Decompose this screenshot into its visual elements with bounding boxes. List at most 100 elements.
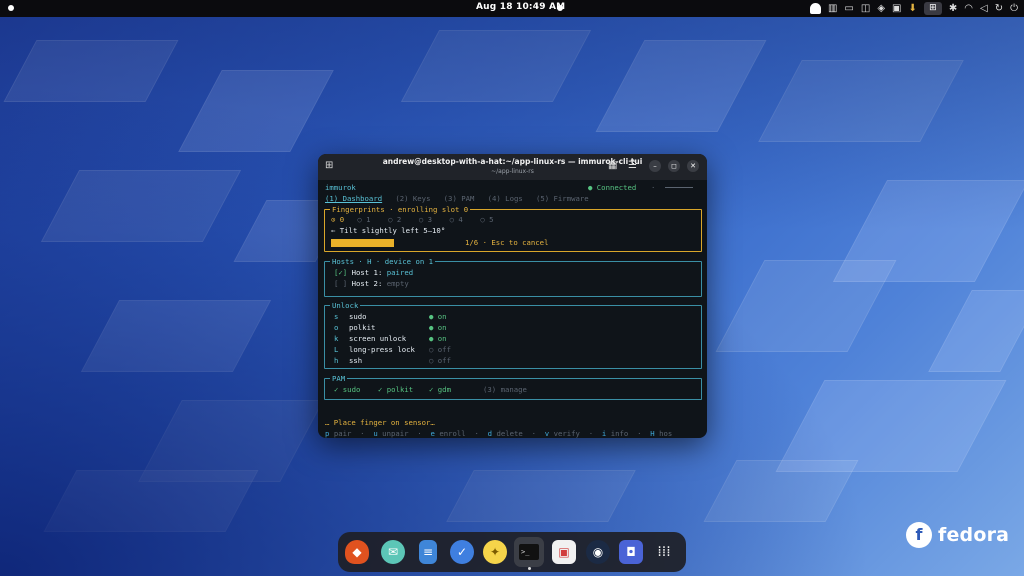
shortcut-key[interactable]: p [325, 429, 329, 438]
unlock-key: s [334, 312, 339, 321]
ghost-icon[interactable] [809, 3, 821, 14]
clock[interactable]: Aug 18 10:49 AM [476, 2, 565, 12]
tab-dashboard[interactable]: (1) Dashboard [325, 194, 382, 203]
pam-label: PAM [330, 374, 348, 383]
unlock-state[interactable]: ○ off [429, 345, 451, 354]
volume-icon[interactable]: ◁ [980, 1, 988, 16]
pam-item-polkit: ✓ polkit [378, 385, 414, 394]
host-state: empty [386, 279, 409, 288]
shortcut-key[interactable]: d [488, 429, 492, 438]
terminal-content[interactable]: immurok ● Connected · (1) Dashboard (2) … [318, 180, 707, 438]
mail-icon[interactable]: ✉ [381, 540, 405, 564]
notification-dot [557, 5, 563, 11]
tab-keys[interactable]: (2) Keys [395, 194, 430, 203]
slot-active[interactable]: ⊙ 0 [331, 215, 344, 224]
unlock-name: long-press lock [349, 345, 415, 354]
monitor-icon[interactable]: ▭ [844, 1, 853, 16]
shortcut-label: enroll [439, 429, 466, 438]
power-icon[interactable]: ⏻ [1010, 1, 1018, 16]
shortcut-key[interactable]: e [431, 429, 435, 438]
unlock-state[interactable]: ○ off [429, 356, 451, 365]
wifi-icon[interactable]: ◠ [964, 1, 973, 16]
unlock-panel: Unlock s sudo ● on o polkit ● on k scree… [324, 301, 702, 369]
activities-indicator[interactable] [8, 5, 14, 11]
host-checkbox[interactable]: [ ] [334, 279, 347, 288]
pam-panel: PAM ✓ sudo ✓ polkit ✓ gdm (3) manage [324, 374, 702, 400]
pam-manage[interactable]: (3) manage [483, 385, 527, 394]
unlock-key: k [334, 334, 339, 343]
bluetooth-icon[interactable]: ✱ [949, 1, 957, 16]
pam-item-gdm: ✓ gdm [429, 385, 451, 394]
active-indicator [528, 567, 531, 570]
top-bar: Aug 18 10:49 AM ▥ ▭ ◫ ◈ ▣ ⬇ ⊞ ✱ ◠ ◁ ↻ ⏻ [0, 0, 1024, 17]
shortcut-key[interactable]: u [373, 429, 377, 438]
unlock-state[interactable]: ● on [429, 312, 447, 321]
window-subtitle: ~/app-linux-rs [491, 168, 534, 175]
pam-item-sudo: ✓ sudo [334, 385, 361, 394]
software-icon[interactable]: ▣ [552, 540, 576, 564]
terminal-window[interactable]: ⊞ andrew@desktop-with-a-hat:~/app-linux-… [318, 154, 707, 438]
host-row[interactable]: [ ] Host 2: empty [334, 279, 409, 288]
download-arrow-icon[interactable]: ⬇ [908, 1, 916, 16]
window-titlebar[interactable]: ⊞ andrew@desktop-with-a-hat:~/app-linux-… [318, 154, 707, 180]
unlock-row[interactable]: s [334, 312, 338, 321]
host-name: Host 2: [351, 279, 383, 288]
host-name: Host 1: [351, 268, 383, 277]
unlock-name: sudo [349, 312, 367, 321]
chart-icon[interactable]: ▥ [828, 1, 837, 16]
notes-icon[interactable]: ≡ [419, 540, 437, 564]
hosts-label: Hosts · H · device on 1 [330, 257, 436, 266]
enroll-progress-bar [331, 239, 394, 247]
fedora-logo: f fedora [906, 522, 1009, 548]
fingerprints-label: Fingerprints · enrolling slot 0 [330, 205, 471, 214]
grid-view-icon[interactable]: ▦ [608, 160, 617, 171]
status-separator: · [651, 183, 656, 192]
network-icon[interactable]: ⊞ [923, 2, 942, 15]
hosts-panel: Hosts · H · device on 1 [✓] Host 1: pair… [324, 257, 702, 297]
unlock-name: polkit [349, 323, 376, 332]
shortcut-key[interactable]: H [650, 429, 654, 438]
shortcut-key[interactable]: v [545, 429, 549, 438]
fingerprints-panel: Fingerprints · enrolling slot 0 ⊙ 0 ○ 1 … [324, 205, 702, 252]
shortcut-label: pair [333, 429, 352, 438]
unlock-name: ssh [349, 356, 363, 365]
close-icon[interactable]: ✕ [687, 160, 699, 172]
bulb-icon[interactable]: ✦ [483, 540, 507, 564]
host-row[interactable]: [✓] Host 1: paired [334, 268, 413, 277]
unlock-state[interactable]: ● on [429, 334, 447, 343]
vault-icon[interactable]: ◘ [619, 540, 643, 564]
unlock-key: h [334, 356, 339, 365]
tui-app-name: immurok [325, 183, 356, 192]
tab-firmware[interactable]: (5) Firmware [536, 194, 589, 203]
host-state: paired [386, 268, 414, 277]
shortcut-label: info [610, 429, 629, 438]
host-checkbox[interactable]: [✓] [334, 268, 347, 277]
sync-icon[interactable]: ↻ [995, 1, 1003, 16]
app-indicator-icon[interactable]: ◫ [861, 1, 870, 16]
window-icon[interactable]: ▣ [892, 1, 901, 16]
enroll-progress-text: 1/6 · Esc to cancel [465, 238, 549, 247]
unlock-state[interactable]: ● on [429, 323, 447, 332]
minimize-icon[interactable]: – [649, 160, 661, 172]
steam-icon[interactable]: ◉ [586, 540, 610, 564]
unlock-key: L [334, 345, 339, 354]
status-meter [665, 187, 693, 188]
shortcut-label: delete [496, 429, 523, 438]
slot-others[interactable]: ○ 1 ○ 2 ○ 3 ○ 4 ○ 5 [357, 215, 493, 224]
tab-pam[interactable]: (3) PAM [444, 194, 475, 203]
menu-icon[interactable]: ☰ [628, 160, 637, 171]
fedora-wordmark: fedora [938, 524, 1010, 546]
tasks-icon[interactable]: ✓ [450, 540, 474, 564]
shortcut-label: unpair [382, 429, 409, 438]
app-grid-icon[interactable]: ⁞⁞⁞ [652, 540, 676, 564]
shield-icon[interactable]: ◈ [877, 1, 885, 16]
shortcut-key[interactable]: i [602, 429, 606, 438]
brave-icon[interactable]: ◆ [345, 540, 369, 564]
system-tray: ▥ ▭ ◫ ◈ ▣ ⬇ ⊞ ✱ ◠ ◁ ↻ ⏻ [809, 1, 1018, 16]
tab-bar: (1) Dashboard (2) Keys (3) PAM (4) Logs … [325, 194, 589, 203]
terminal-icon[interactable]: >_ [514, 537, 544, 567]
maximize-icon[interactable]: ◻ [668, 160, 680, 172]
shortcut-label: hos [659, 429, 673, 438]
shortcut-bar: p pair · u unpair · e enroll · d delete … [325, 429, 673, 438]
tab-logs[interactable]: (4) Logs [488, 194, 523, 203]
